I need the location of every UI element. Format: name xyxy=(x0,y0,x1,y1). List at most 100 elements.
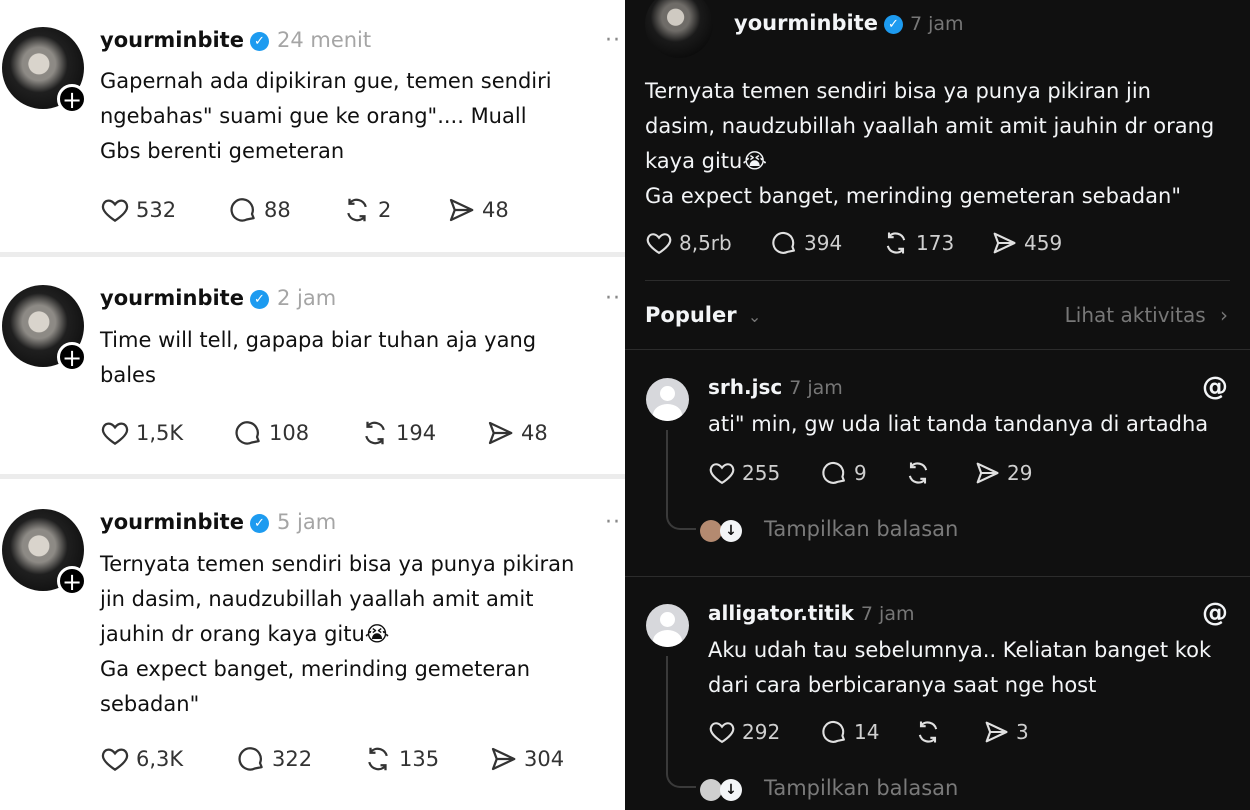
repost-button[interactable]: 2 xyxy=(342,195,391,225)
repost-count: 135 xyxy=(399,747,440,771)
post-text: Ternyata temen sendiri bisa ya punya pik… xyxy=(645,79,1215,208)
reply-text: ati" min, gw uda liat tanda tandanya di … xyxy=(708,412,1209,436)
comment-count: 14 xyxy=(854,720,880,744)
comment-count: 9 xyxy=(854,461,867,485)
thread-connector xyxy=(666,508,696,530)
like-button[interactable]: 1,5K xyxy=(100,418,183,448)
repost-icon xyxy=(347,198,367,222)
share-button[interactable]: 48 xyxy=(485,418,548,448)
follow-plus-icon[interactable]: + xyxy=(57,566,87,596)
post-text: Gapernah ada dipikiran gue, temen sendir… xyxy=(100,69,552,163)
heart-icon xyxy=(101,199,129,222)
like-count: 292 xyxy=(742,720,781,744)
share-button[interactable]: 304 xyxy=(488,744,564,774)
repost-count: 2 xyxy=(378,198,392,222)
share-count: 48 xyxy=(521,421,548,445)
comment-button[interactable]: 9 xyxy=(820,459,867,487)
reply-time: 7 jam xyxy=(860,603,915,625)
reply-avatar[interactable] xyxy=(646,604,689,647)
verified-badge-icon: ✓ xyxy=(249,514,269,533)
verified-badge-icon: ✓ xyxy=(249,290,269,309)
share-count: 459 xyxy=(1024,231,1063,255)
like-button[interactable]: 532 xyxy=(100,195,176,225)
left-screenshot-panel: + yourminbite ✓ 24 menit ·· Gapernah ada d… xyxy=(0,0,625,810)
follow-plus-icon[interactable]: + xyxy=(57,342,87,372)
username[interactable]: yourminbite xyxy=(100,510,244,534)
like-button[interactable]: 6,3K xyxy=(100,744,183,774)
post-time: 5 jam xyxy=(276,510,337,534)
verified-badge-icon: ✓ xyxy=(249,32,269,51)
follow-plus-icon[interactable]: + xyxy=(57,84,87,114)
like-button[interactable]: 255 xyxy=(708,459,780,487)
post-time: 2 jam xyxy=(276,286,337,310)
repost-icon xyxy=(365,421,385,445)
thread-connector xyxy=(666,766,696,788)
mini-avatar xyxy=(700,520,722,542)
threads-logo-icon: @ xyxy=(1202,372,1228,402)
show-replies-link[interactable]: Tampilkan balasan xyxy=(764,517,958,541)
reply-username[interactable]: srh.jsc xyxy=(708,375,782,399)
repost-count: 173 xyxy=(916,231,955,255)
show-replies-link[interactable]: Tampilkan balasan xyxy=(764,776,958,800)
post-header: yourminbite ✓ 24 menit xyxy=(100,28,371,52)
comment-count: 322 xyxy=(272,747,313,771)
comment-icon xyxy=(772,232,795,254)
heart-icon xyxy=(646,233,672,255)
threads-logo-icon: @ xyxy=(1202,598,1228,628)
post-time: 24 menit xyxy=(276,28,372,52)
post-header: yourminbite ✓ 7 jam xyxy=(734,11,964,35)
comment-icon xyxy=(822,721,845,743)
comment-icon xyxy=(230,198,255,222)
username[interactable]: yourminbite xyxy=(100,286,244,310)
reply-actions: 255 9 29 xyxy=(708,459,1228,489)
share-button[interactable]: 3 xyxy=(982,718,1029,746)
reply-actions: 292 14 3 xyxy=(708,718,1228,748)
divider xyxy=(625,576,1250,577)
repost-button[interactable] xyxy=(904,459,938,487)
share-count: 48 xyxy=(482,198,509,222)
comment-count: 394 xyxy=(804,231,843,255)
heart-icon xyxy=(101,422,129,445)
divider xyxy=(0,252,625,257)
reply-username[interactable]: alligator.titik xyxy=(708,601,854,625)
repost-button[interactable]: 173 xyxy=(882,229,954,257)
arrow-down-icon: ↓ xyxy=(720,520,742,542)
share-button[interactable]: 48 xyxy=(446,195,509,225)
like-count: 6,3K xyxy=(136,747,184,771)
comment-button[interactable]: 394 xyxy=(770,229,842,257)
comment-button[interactable]: 88 xyxy=(228,195,291,225)
share-count: 304 xyxy=(524,747,565,771)
like-count: 8,5rb xyxy=(679,231,732,255)
reply-header: srh.jsc 7 jam xyxy=(708,375,843,399)
reply-header: alligator.titik 7 jam xyxy=(708,601,914,625)
like-count: 255 xyxy=(742,461,781,485)
repost-button[interactable]: 194 xyxy=(360,418,436,448)
more-options-icon[interactable]: ·· xyxy=(605,510,621,535)
repost-button[interactable]: 135 xyxy=(363,744,439,774)
share-icon xyxy=(491,747,516,771)
more-options-icon[interactable]: ·· xyxy=(605,286,621,311)
comment-button[interactable]: 108 xyxy=(233,418,309,448)
more-options-icon[interactable]: ·· xyxy=(605,28,621,53)
view-activity-link[interactable]: Lihat aktivitas › xyxy=(1065,303,1228,327)
reply-time: 7 jam xyxy=(789,377,843,399)
username[interactable]: yourminbite xyxy=(734,11,878,35)
username[interactable]: yourminbite xyxy=(100,28,244,52)
reply-avatar[interactable] xyxy=(646,378,689,421)
thread-line xyxy=(666,430,668,510)
sort-dropdown[interactable]: Populer ⌄ xyxy=(645,303,761,327)
like-button[interactable]: 292 xyxy=(708,718,780,746)
share-button[interactable]: 459 xyxy=(990,229,1062,257)
repost-button[interactable] xyxy=(914,718,948,746)
divider xyxy=(625,349,1250,350)
like-count: 1,5K xyxy=(136,421,184,445)
share-button[interactable]: 29 xyxy=(973,459,1032,487)
post-actions: 6,3K 322 135 304 xyxy=(100,744,620,778)
comment-button[interactable]: 14 xyxy=(820,718,879,746)
comment-button[interactable]: 322 xyxy=(236,744,312,774)
post-header: yourminbite ✓ 2 jam xyxy=(100,286,336,310)
heart-icon xyxy=(709,463,735,485)
like-button[interactable]: 8,5rb xyxy=(645,229,732,257)
chevron-down-icon: ⌄ xyxy=(747,307,762,326)
comment-icon xyxy=(822,462,845,484)
